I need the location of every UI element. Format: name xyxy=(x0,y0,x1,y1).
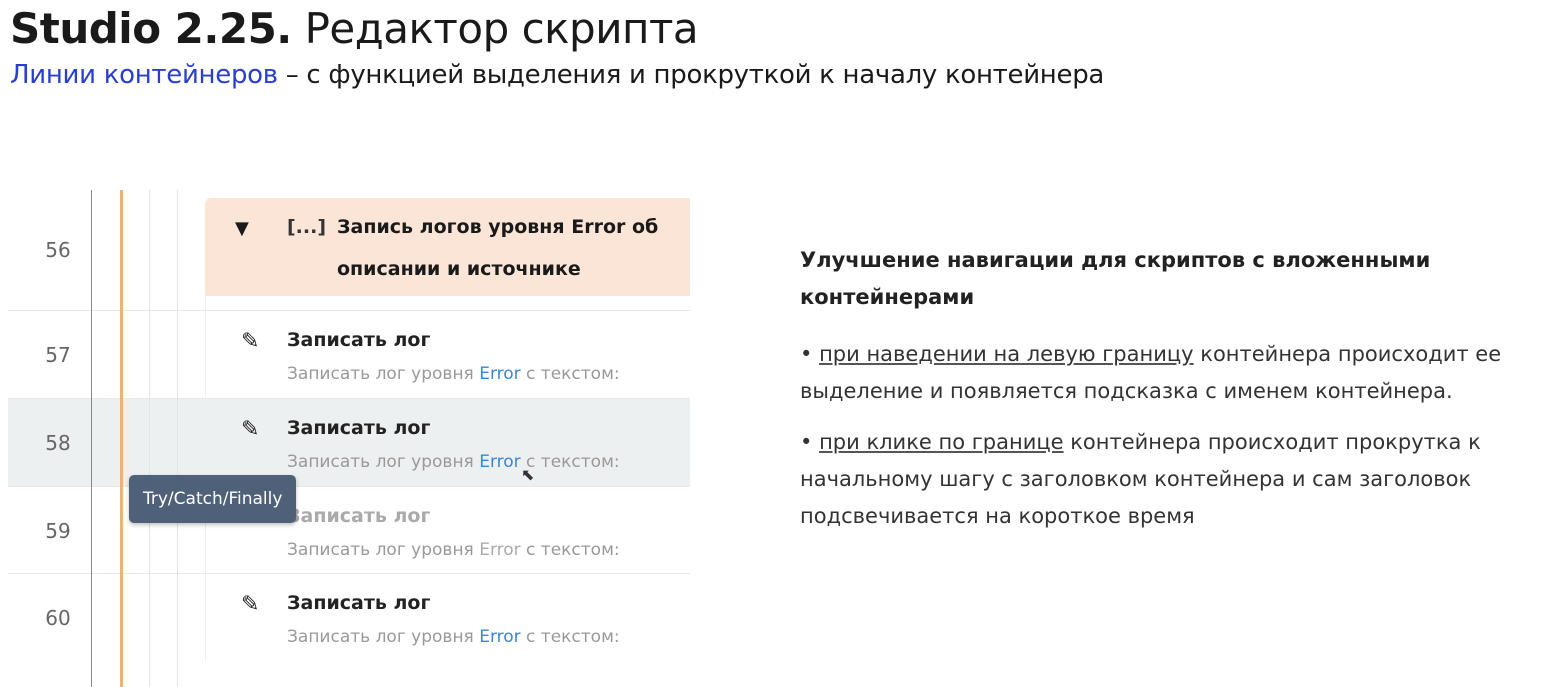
nesting-line[interactable] xyxy=(149,190,150,687)
step-title: Записать лог xyxy=(287,505,431,527)
pencil-icon: ✎ xyxy=(241,329,260,354)
container-bracket-icon: [...] xyxy=(287,216,327,238)
script-row-59[interactable]: 59 ✎Записать логЗаписать лог уровня Erro… xyxy=(8,486,690,574)
pencil-icon: ✎ xyxy=(241,417,260,442)
script-editor: 56 57 ✎ Записать лог Записать лог уровня E… xyxy=(0,190,690,687)
line-number: 56 xyxy=(45,238,71,262)
pencil-icon: ✎ xyxy=(241,592,260,617)
bullet-hover: • при наведении на левую границу контейн… xyxy=(800,342,1502,403)
script-row-57[interactable]: 57 ✎ Записать лог Записать лог уровня Erro… xyxy=(8,310,690,399)
title-text: Редактор скрипта xyxy=(291,4,699,53)
line-number: 58 xyxy=(45,431,71,455)
step-title: Записать лог xyxy=(287,417,431,439)
line-number: 60 xyxy=(45,606,71,630)
step-title: Записать лог xyxy=(287,592,431,614)
gutter-divider xyxy=(91,190,92,687)
page-title: Studio 2.25. Редактор скрипта xyxy=(10,4,699,53)
subtitle-text: – с функцией выделения и прокруткой к на… xyxy=(277,60,1105,90)
container-border-line[interactable] xyxy=(120,190,123,687)
collapse-triangle-icon[interactable]: ▼ xyxy=(235,218,249,239)
step-title: Записать лог xyxy=(287,329,431,351)
container-title: Запись логов уровня Error об описании и … xyxy=(337,216,659,280)
page-subtitle: Линии контейнеров – с функцией выделения… xyxy=(10,60,1104,90)
line-number: 57 xyxy=(45,343,71,367)
script-row-60[interactable]: 60 ✎ Записать лог Записать лог уровня Erro… xyxy=(8,573,690,687)
step-description: Записать лог уровня Error с текстом: xyxy=(287,627,620,647)
mouse-cursor-icon: ⬉ xyxy=(521,465,535,484)
nesting-line[interactable] xyxy=(177,190,178,687)
bullet-click: • при клике по границе контейнера происх… xyxy=(800,430,1481,528)
step-description: Записать лог уровня Error с текстом: xyxy=(287,540,620,560)
line-number: 59 xyxy=(45,518,71,543)
title-version: Studio 2.25. xyxy=(10,4,292,53)
tooltip: Try/Catch/Finally xyxy=(129,475,297,523)
script-row-58[interactable]: 58 ✎ Записать лог Записать лог уровня Erro… xyxy=(8,398,690,487)
container-header[interactable]: ▼ [...] Запись логов уровня Error об опи… xyxy=(205,198,690,296)
subtitle-accent: Линии контейнеров xyxy=(10,60,278,90)
description-panel: Улучшение навигации для скриптов с вложе… xyxy=(800,242,1540,549)
step-description: Записать лог уровня Error с текстом: xyxy=(287,452,620,472)
description-heading: Улучшение навигации для скриптов с вложе… xyxy=(800,248,1431,309)
step-description: Записать лог уровня Error с текстом: xyxy=(287,364,620,384)
